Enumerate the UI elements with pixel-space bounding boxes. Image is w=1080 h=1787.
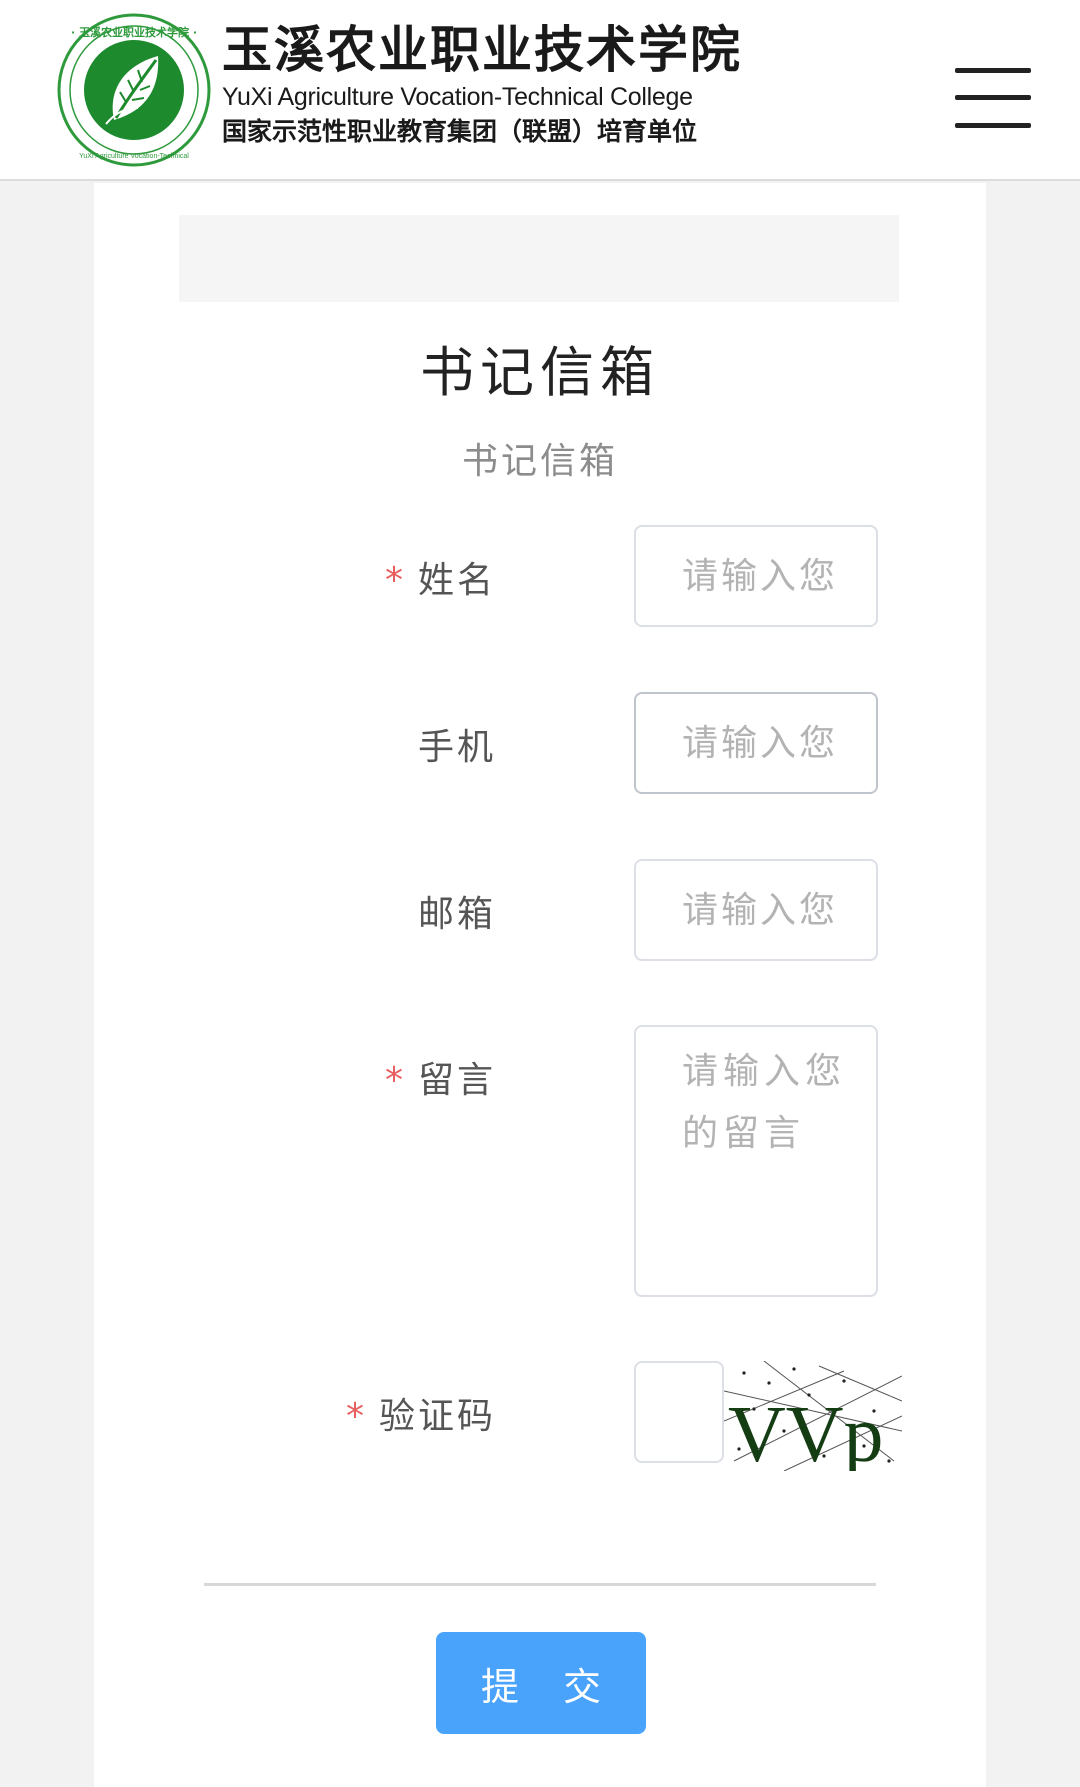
page-title: 书记信箱 bbox=[420, 341, 660, 404]
captcha-image[interactable]: VVp bbox=[724, 1361, 902, 1471]
email-input[interactable] bbox=[634, 859, 878, 961]
menu-bar bbox=[955, 95, 1031, 100]
college-emblem-icon[interactable]: · 玉溪农业职业技术学院 · YuXi Agriculture Vocation… bbox=[56, 12, 212, 168]
college-subtitle: 国家示范性职业教育集团（联盟）培育单位 bbox=[222, 117, 698, 146]
phone-label-text: 手机 bbox=[417, 727, 496, 768]
submit-button[interactable]: 提 交 bbox=[436, 1632, 646, 1734]
required-mark: * bbox=[384, 1060, 406, 1101]
banner-placeholder bbox=[179, 215, 899, 302]
svg-text:YuXi Agriculture Vocation-Tech: YuXi Agriculture Vocation-Technical bbox=[79, 153, 189, 160]
captcha-label: * 验证码 bbox=[346, 1387, 496, 1439]
college-name-cn: 玉溪农业职业技术学院 bbox=[222, 20, 742, 79]
captcha-text: VVp bbox=[728, 1391, 884, 1471]
content-card: 书记信箱 书记信箱 * 姓名 手机 邮箱 * 留言 * 验证码 bbox=[94, 183, 986, 1787]
captcha-label-text: 验证码 bbox=[378, 1396, 496, 1437]
menu-bar bbox=[955, 68, 1031, 73]
message-label-text: 留言 bbox=[417, 1060, 496, 1101]
phone-label: 手机 bbox=[418, 718, 496, 770]
svg-text:· 玉溪农业职业技术学院 ·: · 玉溪农业职业技术学院 · bbox=[71, 25, 197, 39]
required-mark: * bbox=[384, 560, 406, 601]
required-mark: * bbox=[345, 1396, 367, 1437]
form-divider bbox=[204, 1583, 876, 1586]
page-subtitle: 书记信箱 bbox=[461, 441, 618, 482]
captcha-input[interactable] bbox=[634, 1361, 724, 1463]
site-header: · 玉溪农业职业技术学院 · YuXi Agriculture Vocation… bbox=[0, 0, 1080, 181]
menu-bar bbox=[955, 123, 1031, 128]
hamburger-menu-icon[interactable] bbox=[955, 68, 1031, 128]
message-textarea[interactable] bbox=[634, 1025, 878, 1297]
name-label: * 姓名 bbox=[385, 551, 496, 603]
message-label: * 留言 bbox=[385, 1051, 496, 1103]
name-input[interactable] bbox=[634, 525, 878, 627]
email-label: 邮箱 bbox=[418, 885, 496, 937]
college-name-en: YuXi Agriculture Vocation-Technical Coll… bbox=[222, 83, 693, 111]
email-label-text: 邮箱 bbox=[417, 894, 496, 935]
phone-input[interactable] bbox=[634, 692, 878, 794]
college-logo-text[interactable]: 玉溪农业职业技术学院 YuXi Agriculture Vocation-Tec… bbox=[222, 18, 742, 152]
name-label-text: 姓名 bbox=[417, 560, 496, 601]
